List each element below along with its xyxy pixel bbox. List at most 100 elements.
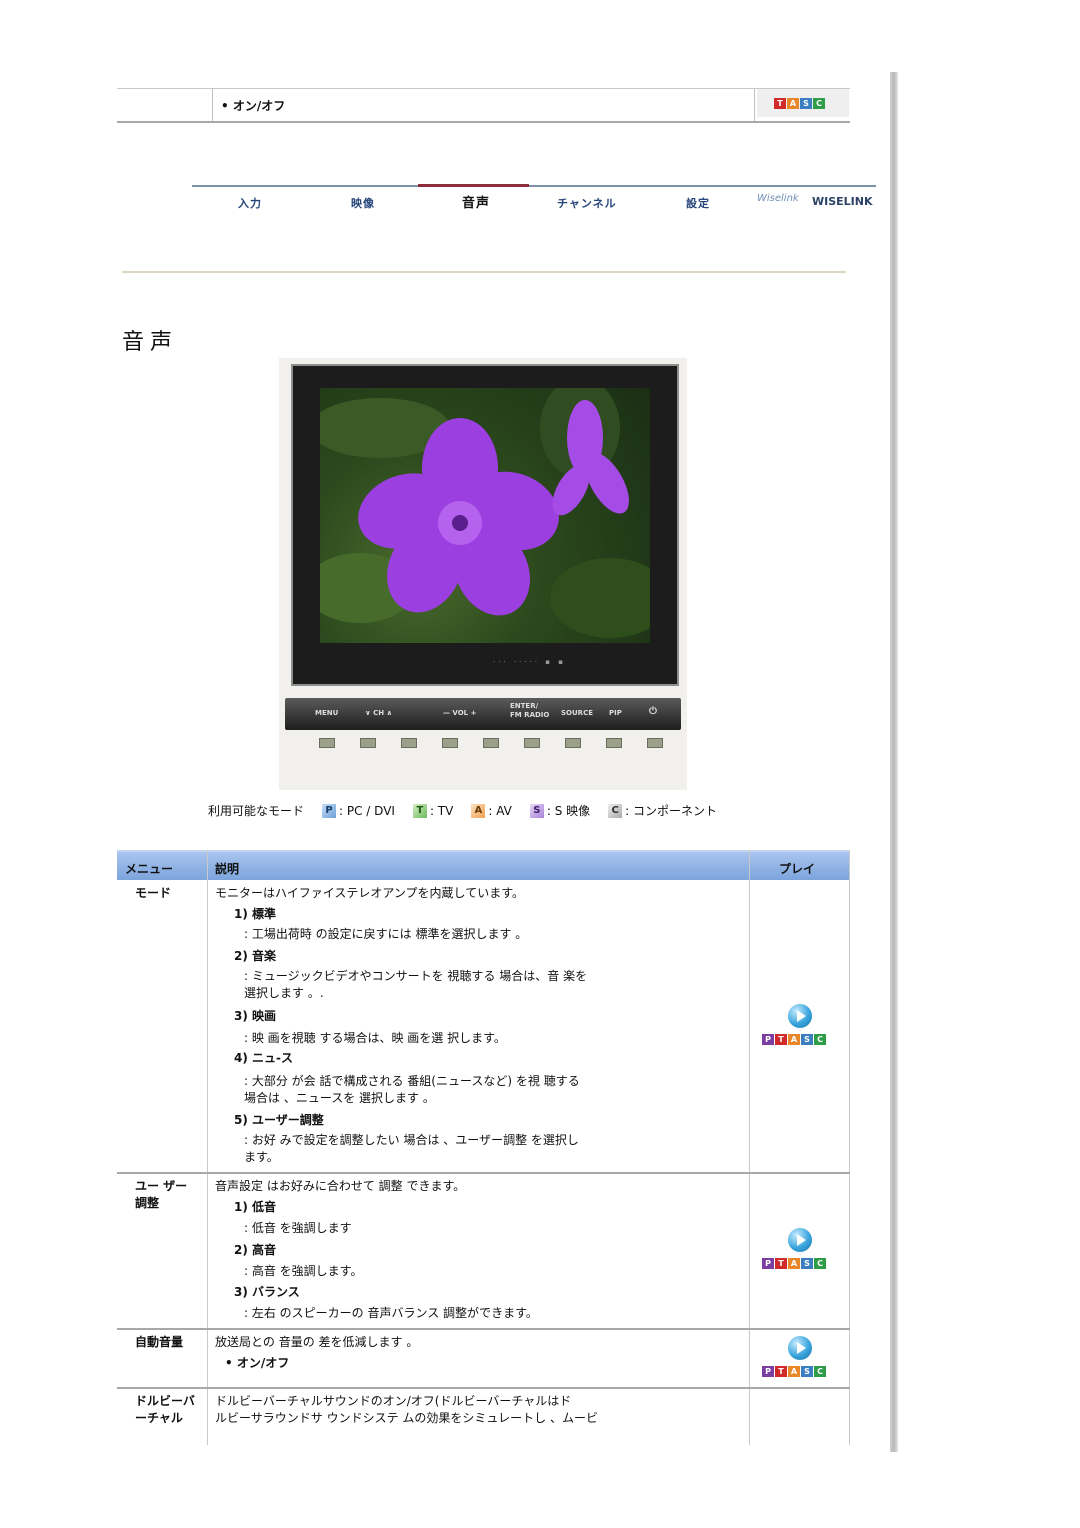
nav-item-setup[interactable]: 設定 — [686, 195, 710, 211]
mode-tv-icon: T — [412, 803, 427, 818]
ptasc-letter: C — [814, 1034, 826, 1045]
play-icon[interactable] — [788, 1336, 812, 1360]
user-bass-text: : 低音 を強調します — [244, 1221, 352, 1235]
ptasc-letter: T — [775, 1366, 787, 1377]
mode-pc-icon: P — [322, 803, 337, 818]
ptasc-letter: T — [775, 1258, 787, 1269]
monitor-control-bar: MENU ∨ CH ∧ — VOL + ENTER/ FM RADIO SOUR… — [285, 698, 681, 730]
ctrl-label: MENU — [315, 709, 339, 717]
row-label-auto-volume: 自動音量 — [135, 1335, 184, 1349]
ptasc-letter: S — [801, 1034, 813, 1045]
nav-item-channel[interactable]: チャンネル — [557, 195, 617, 211]
nav-item-wiselink[interactable]: WISELINK — [812, 195, 873, 208]
ptasc-letter: A — [788, 1366, 800, 1377]
onoff-label: • オン/オフ — [221, 99, 286, 113]
play-button-mode[interactable]: PTASC — [762, 1004, 838, 1052]
header-play: プレイ — [779, 862, 816, 876]
mode-av-icon: A — [471, 803, 486, 818]
nav-underline — [192, 185, 876, 187]
mode-custom-title: 5) ユーザー調整 — [234, 1113, 324, 1127]
nav-item-picture[interactable]: 映像 — [351, 195, 375, 211]
user-bass-title: 1) 低音 — [234, 1200, 277, 1214]
monitor-screen-flower — [320, 388, 650, 643]
mode-standard-text: : 工場出荷時 の設定に戻すには 標準を選択します 。 — [244, 927, 528, 941]
row-label-dolby: ーチャル — [135, 1411, 183, 1425]
ctrl-label: ∨ CH ∧ — [365, 709, 393, 717]
mode-av-text: : AV — [488, 803, 512, 818]
nav-item-input[interactable]: 入力 — [238, 195, 262, 211]
nav-active-indicator — [418, 184, 529, 187]
play-button-auto-volume[interactable]: PTASC — [762, 1336, 838, 1384]
mode-component-text: : コンポーネント — [625, 804, 718, 818]
tasc-badge: TASC — [757, 89, 849, 117]
available-modes: 利用可能なモード P : PC / DVI T : TV A : AV S : … — [208, 802, 717, 819]
row-label-user: 調整 — [135, 1196, 160, 1210]
row-label-mode: モード — [135, 886, 172, 900]
ptasc-letter: T — [775, 1034, 787, 1045]
port — [319, 738, 335, 748]
port — [565, 738, 581, 748]
ptasc-letter: A — [788, 1258, 800, 1269]
flower-photo — [320, 388, 650, 638]
power-icon: ⏻ — [649, 706, 657, 717]
page-right-border — [890, 72, 898, 1452]
mode-pc-text: : PC / DVI — [339, 803, 395, 818]
play-button-user[interactable]: PTASC — [762, 1228, 838, 1276]
port — [401, 738, 417, 748]
top-strip: • オン/オフ TASC — [117, 88, 850, 123]
ptasc-letter: S — [801, 1366, 813, 1377]
ctrl-label: SOURCE — [561, 709, 593, 717]
row-label-dolby: ドルビーバ — [135, 1394, 195, 1408]
monitor-image: ··· ····· ▪ ▪ MENU ∨ CH ∧ — VOL + ENTER/… — [279, 358, 687, 790]
ptasc-letter: A — [788, 1034, 800, 1045]
ptasc-logo-icon: PTASC — [762, 1034, 826, 1045]
nav-item-sound[interactable]: 音声 — [462, 192, 490, 211]
user-treble-text: : 高音 を強調します。 — [244, 1264, 363, 1278]
mode-s-video-text: : S 映像 — [546, 804, 591, 818]
table-header: メニュー 説明 プレイ — [117, 850, 850, 880]
port — [483, 738, 499, 748]
mode-intro: モニターはハイファイステレオアンプを内蔵しています。 — [215, 886, 525, 900]
ptasc-letter: S — [801, 1258, 813, 1269]
column-divider — [849, 850, 850, 1445]
play-icon[interactable] — [788, 1004, 812, 1028]
strip-divider — [212, 89, 213, 121]
user-balance-title: 3) バランス — [234, 1285, 300, 1299]
sound-settings-table: メニュー 説明 プレイ モード モニターはハイファイステレオアンプを内蔵していま… — [117, 850, 850, 1445]
mode-custom-text: ます。 — [244, 1150, 279, 1164]
mode-tv-text: : TV — [429, 803, 454, 818]
monitor-bezel: ··· ····· ▪ ▪ — [291, 364, 679, 686]
header-menu: メニュー — [125, 862, 174, 876]
mode-standard-title: 1) 標準 — [234, 907, 277, 921]
tasc-letter: A — [787, 98, 799, 109]
user-treble-title: 2) 高音 — [234, 1243, 277, 1257]
user-intro: 音声設定 はお好みに合わせて 調整 できます。 — [215, 1179, 466, 1193]
row-divider — [117, 1387, 850, 1389]
page-title: 音声 — [122, 330, 179, 355]
port — [647, 738, 663, 748]
row-label-user: ユー ザー — [135, 1179, 188, 1193]
row-divider — [117, 1328, 850, 1330]
ptasc-letter: P — [762, 1034, 774, 1045]
modes-label: 利用可能なモード — [208, 804, 305, 818]
section-divider — [122, 271, 846, 273]
monitor-ports — [319, 738, 663, 748]
mode-news-title: 4) ニュ-ス — [234, 1051, 293, 1065]
ctrl-label: ENTER/ FM RADIO — [510, 702, 550, 719]
ptasc-logo-icon: PTASC — [762, 1366, 826, 1377]
port — [524, 738, 540, 748]
tasc-letter: T — [774, 98, 786, 109]
auto-volume-onoff: • オン/オフ — [225, 1356, 290, 1370]
play-icon[interactable] — [788, 1228, 812, 1252]
strip-divider — [754, 89, 755, 121]
auto-volume-intro: 放送局との 音量の 差を低減します 。 — [215, 1335, 419, 1349]
row-divider — [117, 1172, 850, 1174]
port — [442, 738, 458, 748]
bezel-indicators: ··· ····· ▪ ▪ — [493, 658, 566, 666]
mode-music-text: : ミュージックビデオやコンサートを 視聴する 場合は、音 楽を — [244, 969, 588, 983]
dolby-text: ルビーサラウンドサ ウンドシステ ムの効果をシミュレートし 、ムービ — [215, 1411, 598, 1425]
mode-movie-text: : 映 画を視聴 する場合は、映 画を選 択します。 — [244, 1031, 506, 1045]
mode-music-text: 選択します 。. — [244, 986, 324, 1000]
ptasc-letter: C — [814, 1366, 826, 1377]
wiselink-mark-icon[interactable]: Wiselink — [757, 193, 819, 209]
